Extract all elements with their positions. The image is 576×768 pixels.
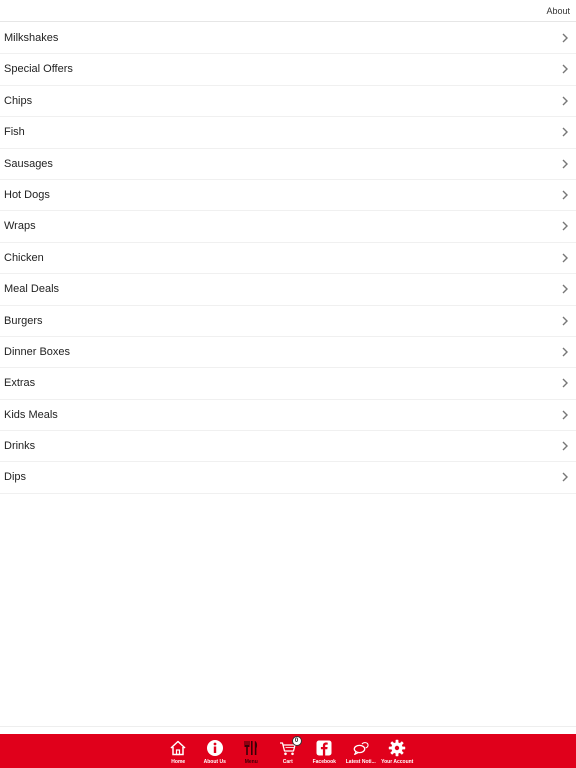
cart-count-badge: 0	[291, 736, 302, 746]
chevron-right-icon	[562, 96, 568, 106]
tab-cart[interactable]: 0 Cart	[270, 734, 307, 768]
menu-item-label: Hot Dogs	[4, 188, 50, 201]
menu-item-wraps[interactable]: Wraps	[0, 211, 576, 243]
menu-item-label: Meal Deals	[4, 283, 60, 296]
notification-icon	[353, 742, 369, 756]
menu-item-kids-meals[interactable]: Kids Meals	[0, 400, 576, 432]
chevron-right-icon	[562, 127, 568, 137]
chevron-right-icon	[562, 159, 568, 169]
menu-item-label: Dips	[4, 471, 27, 484]
chevron-right-icon	[562, 284, 568, 294]
tab-label: Your Account	[381, 759, 414, 765]
app-screen: About Milkshakes Special Offers Chips Fi…	[0, 0, 576, 768]
chevron-right-icon	[562, 347, 568, 357]
menu-item-sausages[interactable]: Sausages	[0, 149, 576, 180]
menu-item-meal-deals[interactable]: Meal Deals	[0, 274, 576, 306]
menu-item-label: Milkshakes	[4, 32, 59, 44]
menu-item-extras[interactable]: Extras	[0, 368, 576, 400]
menu-item-label: Burgers	[4, 314, 43, 327]
menu-item-hot-dogs[interactable]: Hot Dogs	[0, 180, 576, 212]
home-icon	[170, 740, 186, 756]
chevron-right-icon	[562, 64, 568, 74]
menu-category-list: Milkshakes Special Offers Chips Fish Sau…	[0, 23, 576, 494]
gear-icon	[388, 739, 406, 757]
top-bar: About	[0, 0, 576, 22]
bottom-tab-bar: Home About Us Menu 0 Cart Facebook Lates…	[0, 734, 576, 768]
tab-home[interactable]: Home	[160, 734, 197, 768]
tab-group: Home About Us Menu 0 Cart Facebook Lates…	[160, 734, 416, 768]
facebook-icon	[316, 740, 332, 756]
chevron-right-icon	[562, 221, 568, 231]
menu-item-milkshakes[interactable]: Milkshakes	[0, 23, 576, 55]
menu-item-label: Drinks	[4, 440, 36, 453]
tab-latest-notifications[interactable]: Latest Noti...	[343, 734, 380, 768]
tab-about-us[interactable]: About Us	[197, 734, 234, 768]
menu-item-dips[interactable]: Dips	[0, 462, 576, 494]
menu-item-label: Wraps	[4, 220, 36, 233]
chevron-right-icon	[562, 253, 568, 263]
tab-facebook[interactable]: Facebook	[306, 734, 343, 768]
cutlery-icon	[244, 741, 258, 755]
menu-item-special-offers[interactable]: Special Offers	[0, 54, 576, 86]
chevron-right-icon	[562, 410, 568, 420]
menu-item-label: Kids Meals	[4, 408, 58, 421]
footer-divider	[0, 726, 576, 727]
chevron-right-icon	[562, 441, 568, 451]
menu-item-label: Special Offers	[4, 63, 73, 76]
chevron-right-icon	[562, 378, 568, 388]
chevron-right-icon	[562, 316, 568, 326]
tab-menu[interactable]: Menu	[233, 734, 270, 768]
chevron-right-icon	[562, 33, 568, 43]
menu-item-label: Sausages	[4, 157, 53, 170]
chevron-right-icon	[562, 472, 568, 482]
menu-item-label: Extras	[4, 377, 36, 390]
about-link[interactable]: About	[546, 6, 570, 16]
menu-item-fish[interactable]: Fish	[0, 117, 576, 149]
menu-item-burgers[interactable]: Burgers	[0, 306, 576, 337]
tab-your-account[interactable]: Your Account	[379, 734, 416, 768]
menu-item-label: Fish	[4, 126, 25, 139]
info-icon	[206, 740, 223, 756]
menu-item-label: Dinner Boxes	[4, 345, 71, 358]
menu-item-label: Chicken	[4, 251, 44, 264]
menu-item-chicken[interactable]: Chicken	[0, 243, 576, 275]
menu-item-label: Chips	[4, 94, 33, 107]
menu-item-chips[interactable]: Chips	[0, 86, 576, 118]
menu-item-drinks[interactable]: Drinks	[0, 431, 576, 463]
menu-item-dinner-boxes[interactable]: Dinner Boxes	[0, 337, 576, 369]
chevron-right-icon	[562, 190, 568, 200]
